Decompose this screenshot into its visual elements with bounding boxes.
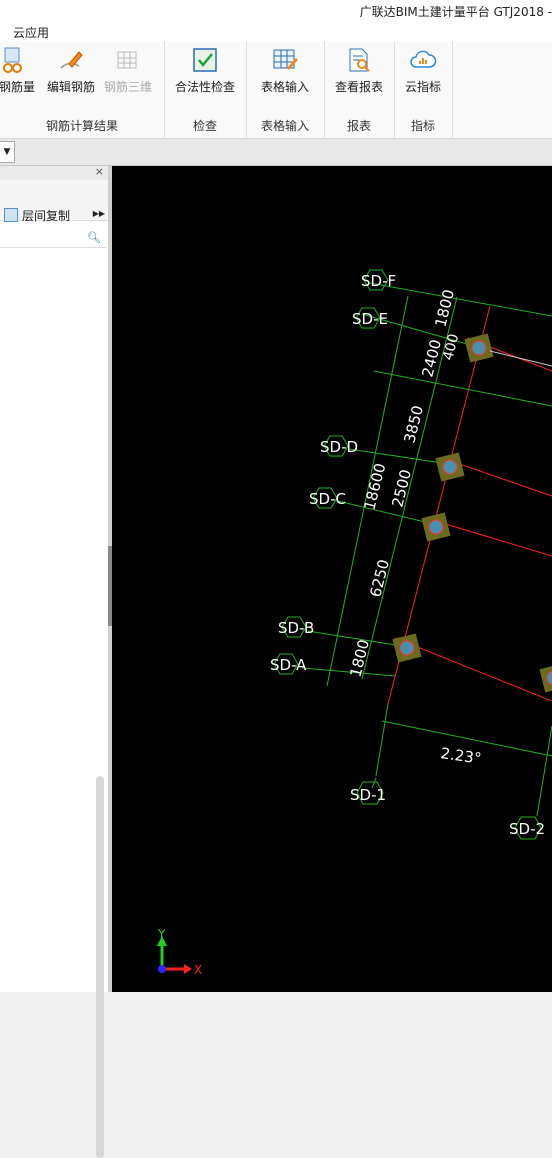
- edit-rebar-icon: [60, 51, 83, 69]
- floor-copy-label: 层间复制: [22, 209, 71, 223]
- axis-marker-sd-a[interactable]: SD-A: [270, 653, 307, 675]
- sub-toolbar: ▼: [0, 139, 552, 166]
- column-1[interactable]: [464, 333, 494, 363]
- view-report-label: 查看报表: [334, 80, 383, 94]
- axis-marker-sd-2[interactable]: SD-2: [509, 816, 545, 840]
- axis-label-sd-e: SD-E: [352, 310, 388, 328]
- window-title: 广联达BIM土建计量平台 GTJ2018 -: [359, 5, 552, 19]
- number-axis-labels: SD-1 SD-2: [350, 781, 545, 840]
- rebar-quantity-label: 钢筋量: [0, 80, 35, 94]
- column-5[interactable]: [539, 663, 552, 693]
- group-title-report: 报表: [346, 119, 371, 133]
- scrollbar[interactable]: [96, 776, 104, 1158]
- ext-line-sd-e2: [373, 370, 552, 407]
- ext-line-sd-c: [337, 500, 430, 524]
- ribbon-group-report: 查看报表 报表: [324, 42, 395, 138]
- cloud-index-button[interactable]: 云指标: [398, 46, 448, 95]
- group-title-rebar-results: 钢筋计算结果: [45, 119, 118, 133]
- rebar-quantity-button[interactable]: 钢筋量: [0, 46, 38, 95]
- drawing-canvas[interactable]: 1800 400 2400 3850 18600 2500 6250 1800 …: [112, 166, 552, 992]
- cloud-index-label: 云指标: [404, 80, 441, 94]
- menu-cloud-app[interactable]: 云应用: [13, 24, 49, 41]
- group-title-index: 指标: [410, 119, 435, 133]
- ext-line-sd-2: [536, 725, 552, 817]
- dim-18600: 18600: [360, 461, 389, 512]
- axis-marker-sd-1[interactable]: SD-1: [350, 781, 386, 805]
- ext-line-sd-d: [348, 448, 443, 464]
- axis-label-sd-a: SD-A: [270, 656, 307, 674]
- search-icon[interactable]: 🔍︎: [87, 231, 101, 244]
- more-arrow-icon[interactable]: ▶▶: [93, 209, 105, 218]
- dim-2500: 2500: [388, 468, 415, 509]
- cloud-chart-icon: [410, 50, 437, 68]
- ribbon-group-rebar-results: 钢筋量 编辑钢筋 钢筋三维 钢筋计算结果: [0, 42, 165, 138]
- axis-label-sd-1: SD-1: [350, 786, 386, 804]
- ext-line-sd-1: [375, 703, 389, 777]
- drawing-svg[interactable]: 1800 400 2400 3850 18600 2500 6250 1800 …: [112, 166, 552, 992]
- menu-bar: 云应用: [0, 22, 552, 42]
- ucs-icon: Y X: [157, 927, 202, 977]
- column-2[interactable]: [435, 452, 465, 482]
- ribbon: 钢筋量 编辑钢筋 钢筋三维 钢筋计算结果 合法性检查 检查 表格输入 表格输入 …: [0, 42, 552, 139]
- column-3[interactable]: [421, 512, 451, 542]
- ucs-x-label: X: [194, 963, 202, 977]
- dim-1800-bot: 1800: [346, 638, 373, 679]
- ribbon-group-index: 云指标 指标: [394, 42, 453, 138]
- dim-6250: 6250: [366, 558, 393, 599]
- axis-label-sd-f: SD-F: [361, 272, 396, 290]
- left-panel-header: ×: [0, 165, 108, 180]
- axis-label-sd-b: SD-B: [278, 619, 314, 637]
- edit-rebar-button[interactable]: 编辑钢筋: [46, 46, 96, 95]
- rebar-3d-label: 钢筋三维: [103, 80, 152, 94]
- dim-3850: 3850: [400, 404, 427, 445]
- table-input-label: 表格输入: [260, 80, 309, 94]
- copy-icon: [4, 208, 18, 222]
- rebar-quantity-icon: [3, 47, 22, 73]
- report-search-icon: [349, 48, 370, 72]
- table-edit-icon: [273, 49, 298, 70]
- validity-check-label: 合法性检查: [174, 80, 235, 94]
- validity-check-button[interactable]: 合法性检查: [172, 46, 238, 95]
- dropdown-arrow-icon[interactable]: ▼: [0, 141, 15, 163]
- axis-label-sd-2: SD-2: [509, 820, 545, 838]
- edit-rebar-label: 编辑钢筋: [46, 80, 95, 94]
- ribbon-group-check: 合法性检查 检查: [164, 42, 247, 138]
- search-input[interactable]: 🔍︎: [0, 229, 106, 248]
- axis-marker-sd-b[interactable]: SD-B: [278, 616, 314, 638]
- table-input-button[interactable]: 表格输入: [254, 46, 316, 95]
- axis-label-sd-d: SD-D: [320, 438, 358, 456]
- left-panel-toolbar: [0, 180, 108, 200]
- axis-marker-sd-d[interactable]: SD-D: [320, 435, 358, 457]
- angle-label: 2.23°: [439, 744, 482, 768]
- title-bar: 广联达BIM土建计量平台 GTJ2018 -: [0, 0, 552, 22]
- close-icon[interactable]: ×: [95, 165, 104, 178]
- beam-line: [489, 350, 552, 367]
- checkmark-icon: [193, 48, 217, 72]
- ribbon-group-table-input: 表格输入 表格输入: [246, 42, 325, 138]
- view-report-button[interactable]: 查看报表: [330, 46, 388, 95]
- origin-marker: [158, 965, 166, 973]
- ucs-y-label: Y: [157, 927, 166, 941]
- left-panel: × 层间复制 ▶▶ 🔍︎: [0, 165, 109, 1158]
- axis-marker-sd-e[interactable]: SD-E: [352, 307, 388, 329]
- group-title-table-input: 表格输入: [260, 119, 309, 133]
- floor-copy-button[interactable]: 层间复制: [4, 207, 70, 224]
- rebar-3d-icon: [117, 51, 137, 69]
- axis-marker-sd-c[interactable]: SD-C: [309, 487, 346, 509]
- columns: [392, 333, 552, 693]
- dimension-texts: 1800 400 2400 3850 18600 2500 6250 1800 …: [346, 288, 482, 768]
- rebar-3d-button[interactable]: 钢筋三维: [102, 46, 154, 95]
- axis-label-sd-c: SD-C: [309, 490, 346, 508]
- group-title-check: 检查: [192, 119, 217, 133]
- axis-marker-sd-f[interactable]: SD-F: [361, 269, 396, 291]
- column-4[interactable]: [392, 633, 422, 663]
- ext-line-sd-f: [369, 282, 552, 317]
